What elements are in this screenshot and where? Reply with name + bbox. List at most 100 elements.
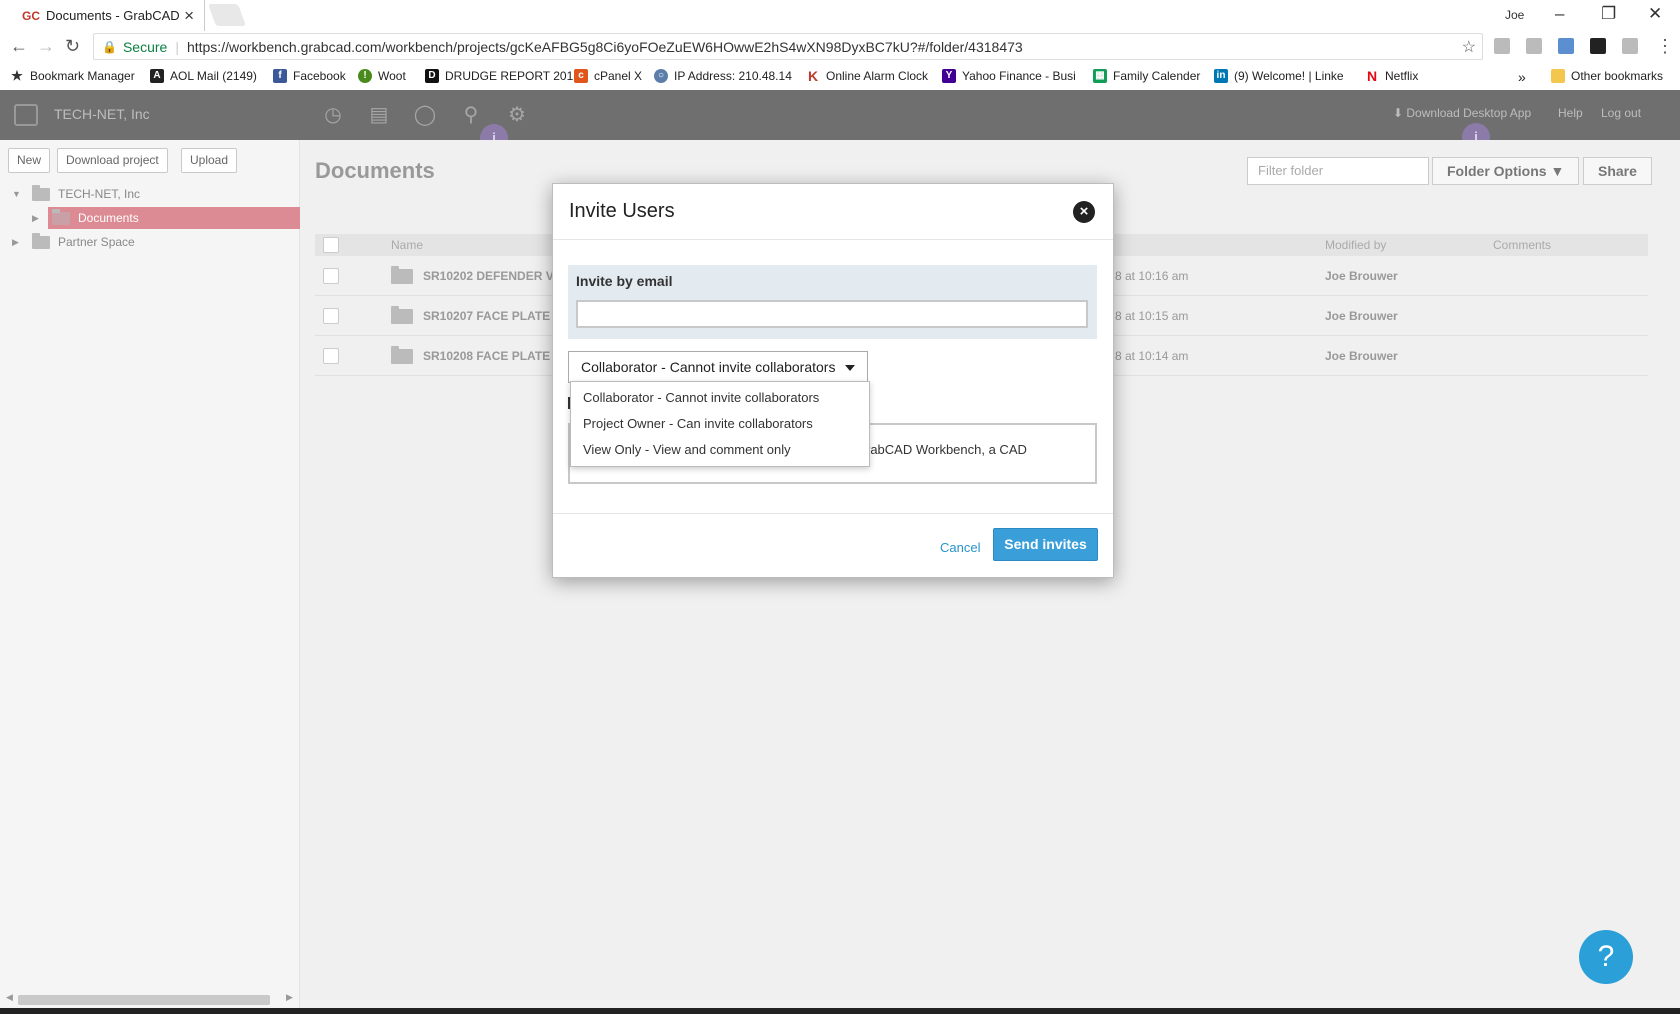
drudge-icon: D — [425, 69, 439, 83]
company-name[interactable]: TECH-NET, Inc — [54, 106, 150, 122]
yahoo-icon: Y — [942, 69, 956, 83]
extension-g-icon[interactable] — [1526, 38, 1542, 54]
upload-button[interactable]: Upload — [181, 148, 238, 173]
bookmark-label: Online Alarm Clock — [826, 69, 929, 83]
bookmark-label: Family Calender — [1113, 69, 1201, 83]
role-option[interactable]: Collaborator - Cannot invite collaborato… — [583, 390, 819, 405]
caret-down-icon: ▼ — [1550, 163, 1565, 179]
restore-icon[interactable]: ❐ — [1601, 4, 1616, 24]
role-select[interactable]: Collaborator - Cannot invite collaborato… — [568, 351, 868, 383]
tree-item-documents[interactable]: ▶ Documents — [32, 207, 139, 229]
gear-icon[interactable]: ⚙ — [505, 103, 529, 127]
cast-icon[interactable] — [1494, 38, 1510, 54]
minimize-icon[interactable]: – — [1555, 4, 1564, 24]
bookmark-item[interactable]: ★ Bookmark Manager — [10, 69, 135, 84]
email-input[interactable] — [576, 300, 1088, 328]
taskbar-edge — [0, 1008, 1680, 1014]
bookmark-item[interactable]: N Netflix — [1365, 69, 1418, 83]
bookmark-item[interactable]: D DRUDGE REPORT 201 — [425, 69, 573, 83]
dialog-title: Invite Users — [569, 200, 675, 222]
tree-item-partner-space[interactable]: ▶ Partner Space — [12, 231, 135, 253]
close-dialog-icon[interactable]: × — [1073, 201, 1095, 223]
folder-icon — [391, 346, 413, 364]
shared-folder-icon — [32, 232, 50, 249]
divider — [553, 513, 1113, 514]
folder-options-button[interactable]: Folder Options ▼ — [1432, 157, 1580, 185]
select-all-checkbox[interactable] — [323, 237, 339, 253]
window-close-icon[interactable]: ✕ — [1648, 4, 1662, 24]
bookmark-item[interactable]: f Facebook — [273, 69, 346, 83]
forward-icon[interactable]: → — [37, 36, 55, 57]
workbench-logo-icon[interactable] — [14, 104, 38, 126]
invite-by-email-label: Invite by email — [576, 273, 673, 289]
row-date: 8 at 10:14 am — [1115, 349, 1189, 363]
browser-tab[interactable]: GC Documents - GrabCAD × — [0, 0, 205, 31]
download-desktop-link[interactable]: ⬇ Download Desktop App — [1393, 106, 1531, 120]
bookmark-item[interactable]: in (9) Welcome! | Linke — [1214, 69, 1344, 83]
row-checkbox[interactable] — [323, 348, 339, 364]
address-separator: | — [175, 38, 179, 55]
row-name[interactable]: SR10202 DEFENDER V — [423, 269, 554, 283]
bookmarks-overflow-button[interactable]: » — [1518, 69, 1526, 85]
share-button[interactable]: Share — [1583, 157, 1652, 185]
bookmark-item[interactable]: c cPanel X — [574, 69, 642, 83]
column-name[interactable]: Name — [391, 238, 423, 252]
help-link[interactable]: Help — [1558, 106, 1583, 120]
new-button[interactable]: New — [8, 148, 51, 173]
lock-icon: 🔒 — [102, 39, 117, 54]
divider — [553, 239, 1113, 240]
bookmark-item[interactable]: ! Woot — [358, 69, 406, 83]
expand-down-icon[interactable]: ▼ — [12, 189, 22, 199]
filter-folder-input[interactable]: Filter folder — [1247, 157, 1429, 185]
extension-misc-icon[interactable] — [1622, 38, 1638, 54]
tab-close-icon[interactable]: × — [184, 6, 194, 26]
cancel-link[interactable]: Cancel — [940, 540, 980, 555]
scrollbar-thumb[interactable] — [18, 995, 270, 1005]
logout-link[interactable]: Log out — [1601, 106, 1641, 120]
send-invites-button[interactable]: Send invites — [993, 528, 1098, 561]
new-tab-button[interactable] — [207, 4, 247, 26]
reload-icon[interactable]: ↻ — [65, 36, 80, 57]
document-icon[interactable]: ▤ — [367, 103, 391, 127]
expand-right-icon[interactable]: ▶ — [12, 237, 22, 248]
scroll-left-icon[interactable]: ◀ — [6, 992, 13, 1003]
search-icon[interactable]: ⚲ — [459, 103, 483, 127]
bookmark-label: Other bookmarks — [1571, 69, 1664, 83]
download-project-button[interactable]: Download project — [57, 148, 168, 173]
chrome-menu-icon[interactable]: ⋮ — [1656, 36, 1674, 57]
secure-label: Secure — [122, 38, 168, 55]
extension-badge-icon[interactable] — [1558, 38, 1574, 54]
sidebar-horizontal-scrollbar[interactable]: ◀ ▶ — [6, 992, 294, 1006]
scroll-right-icon[interactable]: ▶ — [286, 992, 293, 1003]
bookmark-item[interactable]: ▦ Family Calender — [1093, 69, 1200, 83]
bookmark-item[interactable]: K Online Alarm Clock — [806, 69, 928, 83]
bookmark-item[interactable]: Y Yahoo Finance - Busi — [942, 69, 1076, 83]
browser-toolbar: ← → ↻ 🔒 Secure | https://workbench.grabc… — [0, 31, 1680, 64]
row-checkbox[interactable] — [323, 308, 339, 324]
bookmark-item[interactable]: ○ IP Address: 210.48.14 — [654, 69, 792, 83]
row-name[interactable]: SR10208 FACE PLATE — [423, 349, 550, 363]
role-option[interactable]: View Only - View and comment only — [583, 442, 791, 457]
row-name[interactable]: SR10207 FACE PLATE — [423, 309, 550, 323]
back-icon[interactable]: ← — [10, 36, 28, 57]
column-comments[interactable]: Comments — [1493, 238, 1551, 252]
other-bookmarks[interactable]: Other bookmarks — [1551, 69, 1663, 83]
expand-right-icon[interactable]: ▶ — [32, 213, 42, 224]
row-modified-by: Joe Brouwer — [1325, 349, 1398, 363]
tree-item-root[interactable]: ▼ TECH-NET, Inc — [12, 183, 140, 205]
address-bar[interactable]: 🔒 Secure | https://workbench.grabcad.com… — [93, 33, 1483, 60]
linkedin-icon: in — [1214, 69, 1228, 83]
column-modified-by[interactable]: Modified by — [1325, 238, 1386, 252]
help-button[interactable]: ? — [1579, 930, 1633, 984]
bookmark-item[interactable]: A AOL Mail (2149) — [150, 69, 257, 83]
row-checkbox[interactable] — [323, 268, 339, 284]
clock-icon[interactable]: ◷ — [321, 103, 345, 127]
bookmark-label: Bookmark Manager — [30, 69, 135, 83]
tree-item-label: Documents — [78, 211, 139, 225]
extension-check-icon[interactable] — [1590, 38, 1606, 54]
profile-name[interactable]: Joe — [1505, 8, 1524, 22]
url-text: https://workbench.grabcad.com/workbench/… — [186, 38, 1023, 55]
user-icon[interactable]: ◯ — [413, 103, 437, 127]
bookmark-star-icon[interactable]: ☆ — [1462, 37, 1476, 57]
role-option[interactable]: Project Owner - Can invite collaborators — [583, 416, 813, 431]
